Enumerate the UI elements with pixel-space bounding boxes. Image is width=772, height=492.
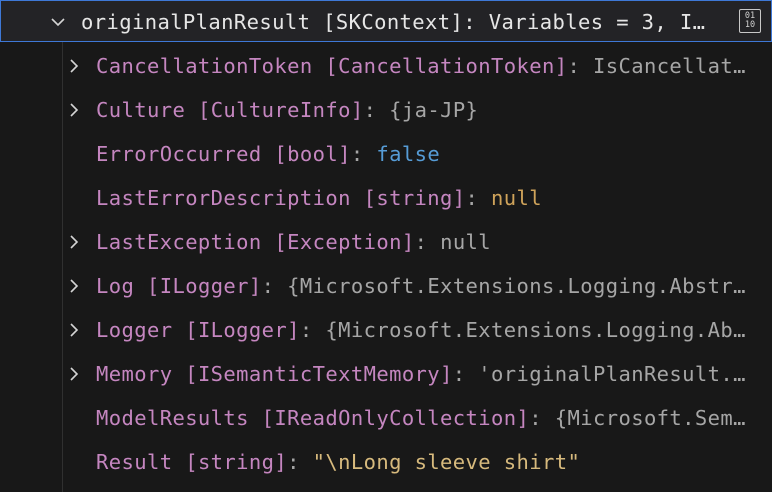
variable-row-Log[interactable]: Log [ILogger]: {Microsoft.Extensions.Log… xyxy=(0,264,772,308)
variable-entry: originalPlanResult [SKContext]: Variable… xyxy=(81,1,731,41)
variable-row-Culture[interactable]: Culture [CultureInfo]: {ja-JP} xyxy=(0,88,772,132)
variable-type: [ILogger] xyxy=(185,318,300,342)
chevron-right-icon[interactable] xyxy=(63,264,85,308)
variable-name: ModelResults xyxy=(96,406,249,430)
variable-separator: : xyxy=(463,10,477,34)
variable-type: [ILogger] xyxy=(146,274,262,298)
variable-value: IsCancellat… xyxy=(592,54,746,78)
variable-entry: CancellationToken [CancellationToken]: I… xyxy=(96,44,772,88)
variable-entry: Log [ILogger]: {Microsoft.Extensions.Log… xyxy=(96,264,772,308)
variable-name: Result xyxy=(96,450,173,474)
chevron-right-icon[interactable] xyxy=(63,308,85,352)
variable-name: Culture xyxy=(96,98,186,122)
variable-entry: LastException [Exception]: null xyxy=(96,220,772,264)
variable-entry: ModelResults [IReadOnlyCollection]: {Mic… xyxy=(96,396,772,440)
variable-type: [string] xyxy=(363,186,466,210)
variable-separator: : xyxy=(299,318,313,342)
variable-name: CancellationToken xyxy=(96,54,313,78)
variable-separator: : xyxy=(567,54,581,78)
variable-value: null xyxy=(491,186,542,210)
debug-variables-panel: originalPlanResult [SKContext]: Variable… xyxy=(0,0,772,492)
binary-icon-line2: 10 xyxy=(744,20,756,30)
variable-entry: Result [string]: "\nLong sleeve shirt" xyxy=(96,440,772,484)
variable-entry: Memory [ISemanticTextMemory]: 'originalP… xyxy=(96,352,772,396)
chevron-right-icon[interactable] xyxy=(63,88,85,132)
variable-type: [bool] xyxy=(274,142,351,166)
variable-separator: : xyxy=(363,98,377,122)
variable-entry: ErrorOccurred [bool]: false xyxy=(96,132,772,176)
variable-value: Variables = 3, I… xyxy=(488,10,706,34)
variable-name: originalPlanResult xyxy=(81,10,311,34)
variable-row-Logger[interactable]: Logger [ILogger]: {Microsoft.Extensions.… xyxy=(0,308,772,352)
variable-name: ErrorOccurred xyxy=(96,142,262,166)
variable-value: {Microsoft.Sem… xyxy=(554,406,746,430)
chevron-right-icon[interactable] xyxy=(63,352,85,396)
variable-entry: Logger [ILogger]: {Microsoft.Extensions.… xyxy=(96,308,772,352)
variable-type: [string] xyxy=(185,450,288,474)
variable-value: 'originalPlanResult.… xyxy=(478,362,746,386)
variable-separator: : xyxy=(529,406,542,430)
view-binary-data-icon[interactable]: 01 10 xyxy=(739,9,761,33)
variable-type: [IReadOnlyCollection] xyxy=(261,406,530,430)
variable-separator: : xyxy=(261,274,275,298)
chevron-right-icon[interactable] xyxy=(63,44,85,88)
variable-separator: : xyxy=(414,230,428,254)
variable-entry: Culture [CultureInfo]: {ja-JP} xyxy=(96,88,772,132)
variable-name: LastException xyxy=(96,230,262,254)
variable-type: [ISemanticTextMemory] xyxy=(185,362,453,386)
variable-name: Logger xyxy=(96,318,173,342)
variable-row-originalPlanResult[interactable]: originalPlanResult [SKContext]: Variable… xyxy=(0,0,772,42)
variable-type: [CancellationToken] xyxy=(325,54,568,78)
variable-value: {Microsoft.Extensions.Logging.Abstr… xyxy=(287,274,746,298)
variable-value: "\nLong sleeve shirt" xyxy=(312,450,581,474)
variable-separator: : xyxy=(465,186,479,210)
variable-name: Memory xyxy=(96,362,173,386)
variable-type: [Exception] xyxy=(274,230,415,254)
variable-row-ErrorOccurred[interactable]: ErrorOccurred [bool]: false xyxy=(0,132,772,176)
chevron-right-icon[interactable] xyxy=(63,220,85,264)
variable-value: {Microsoft.Extensions.Logging.Ab… xyxy=(325,318,746,342)
variable-row-CancellationToken[interactable]: CancellationToken [CancellationToken]: I… xyxy=(0,44,772,88)
variable-row-Result[interactable]: Result [string]: "\nLong sleeve shirt" xyxy=(0,440,772,484)
variable-row-ModelResults[interactable]: ModelResults [IReadOnlyCollection]: {Mic… xyxy=(0,396,772,440)
variable-value: null xyxy=(440,230,492,254)
variable-value: false xyxy=(376,142,441,166)
variable-name: LastErrorDescription xyxy=(96,186,351,210)
variable-separator: : xyxy=(287,450,300,474)
variable-type: [SKContext] xyxy=(323,10,464,34)
variable-row-Memory[interactable]: Memory [ISemanticTextMemory]: 'originalP… xyxy=(0,352,772,396)
variable-entry: LastErrorDescription [string]: null xyxy=(96,176,772,220)
variable-value: {ja-JP} xyxy=(389,98,479,122)
variable-row-LastErrorDescription[interactable]: LastErrorDescription [string]: null xyxy=(0,176,772,220)
variable-separator: : xyxy=(350,142,364,166)
chevron-down-icon[interactable] xyxy=(47,1,69,41)
variable-separator: : xyxy=(452,362,466,386)
variable-name: Log xyxy=(96,274,135,298)
variable-row-LastException[interactable]: LastException [Exception]: null xyxy=(0,220,772,264)
variable-type: [CultureInfo] xyxy=(197,98,364,122)
